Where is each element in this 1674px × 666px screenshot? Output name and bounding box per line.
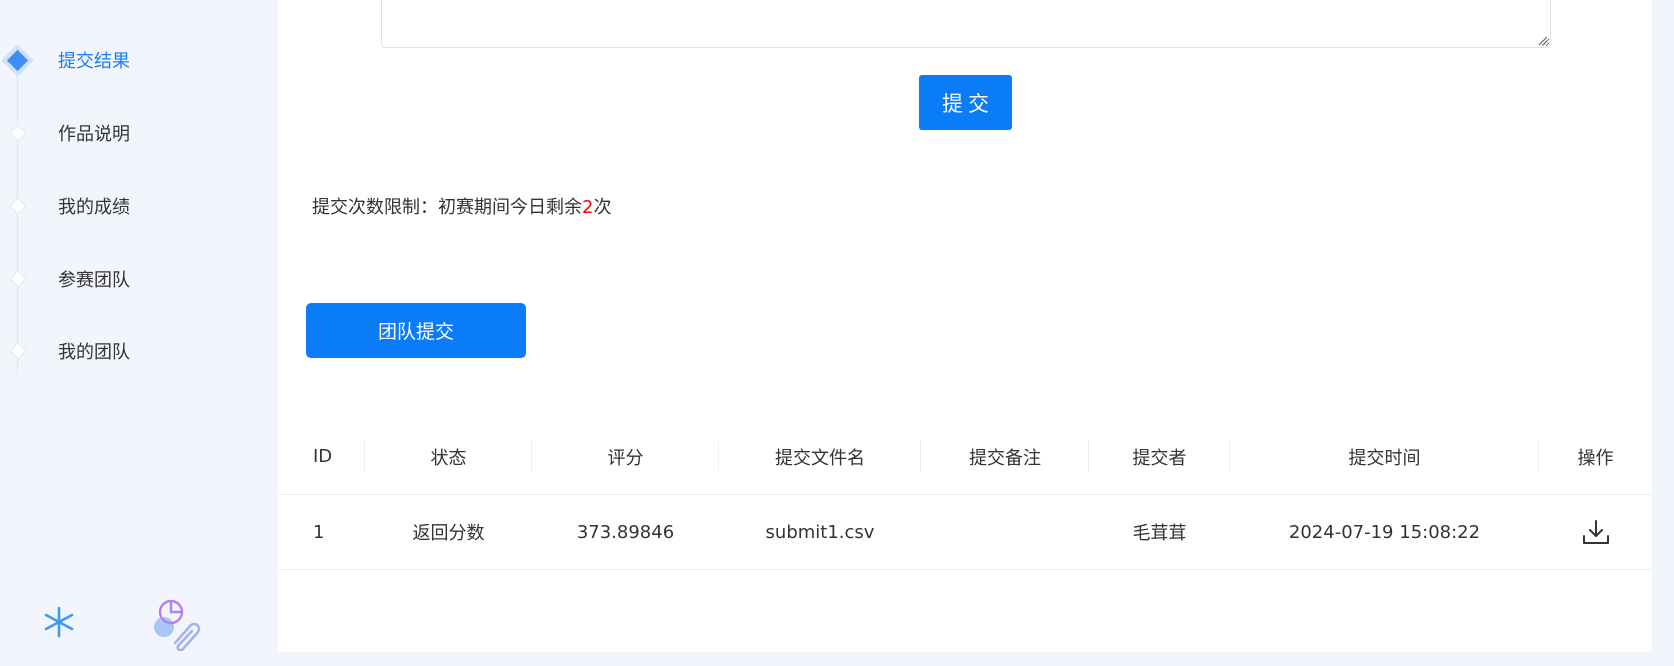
sidebar: 提交结果 作品说明 我的成绩 参赛团队 我的团队 (0, 0, 278, 666)
diamond-icon (9, 342, 27, 360)
sidebar-item-label: 我的成绩 (58, 197, 130, 218)
column-header-id: ID (278, 419, 365, 494)
sidebar-item-teams[interactable]: 参赛团队 (0, 259, 278, 299)
chart-attachment-icon[interactable] (151, 595, 207, 651)
cell-time: 2024-07-19 15:08:22 (1288, 521, 1481, 543)
sidebar-item-my-scores[interactable]: 我的成绩 (0, 186, 278, 226)
submissions-table: ID 状态 评分 提交文件名 提交备注 提交者 提交时间 操作 1 返回分数 3… (278, 419, 1652, 570)
sidebar-item-label: 作品说明 (58, 124, 130, 145)
sidebar-item-label: 参赛团队 (58, 270, 130, 291)
submit-button[interactable]: 提交 (919, 75, 1012, 130)
team-submit-button[interactable]: 团队提交 (306, 303, 526, 358)
limit-count: 2 (582, 197, 594, 218)
main-panel: 提交 提交次数限制：初赛期间今日剩余2次 团队提交 ID 状态 评分 提交文件名… (278, 0, 1652, 652)
diamond-icon (9, 270, 27, 288)
sparkle-icon[interactable] (42, 605, 76, 639)
cell-id: 1 (313, 521, 325, 543)
cell-submitter: 毛茸茸 (1132, 523, 1187, 544)
column-header-note: 提交备注 (921, 419, 1089, 494)
column-header-filename: 提交文件名 (719, 419, 921, 494)
sidebar-item-my-team[interactable]: 我的团队 (0, 331, 278, 371)
submission-limit-text: 提交次数限制：初赛期间今日剩余2次 (312, 193, 611, 219)
cell-note (921, 495, 1089, 569)
download-icon[interactable] (1581, 518, 1611, 546)
resize-handle-icon[interactable] (1536, 34, 1548, 46)
sidebar-item-submit-results[interactable]: 提交结果 (0, 40, 278, 80)
sidebar-item-work-description[interactable]: 作品说明 (0, 113, 278, 153)
column-header-submitter: 提交者 (1089, 419, 1230, 494)
submission-note-textarea[interactable] (381, 0, 1551, 48)
column-header-time: 提交时间 (1230, 419, 1539, 494)
diamond-icon (9, 197, 27, 215)
limit-suffix: 次 (593, 197, 612, 218)
column-header-action: 操作 (1577, 447, 1614, 469)
table-header: ID 状态 评分 提交文件名 提交备注 提交者 提交时间 操作 (278, 419, 1652, 495)
cell-score: 373.89846 (576, 521, 675, 543)
cell-filename: submit1.csv (765, 521, 875, 543)
cell-status: 返回分数 (412, 523, 485, 544)
table-row: 1 返回分数 373.89846 submit1.csv 毛茸茸 2024-07… (278, 495, 1652, 570)
diamond-icon (9, 124, 27, 142)
sidebar-item-label: 我的团队 (58, 342, 130, 363)
active-diamond-icon (6, 49, 29, 71)
limit-prefix: 提交次数限制：初赛期间今日剩余 (312, 197, 582, 218)
column-header-score: 评分 (532, 419, 719, 494)
cell-action (1539, 495, 1652, 569)
column-header-status: 状态 (365, 419, 532, 494)
sidebar-item-label: 提交结果 (58, 51, 130, 72)
